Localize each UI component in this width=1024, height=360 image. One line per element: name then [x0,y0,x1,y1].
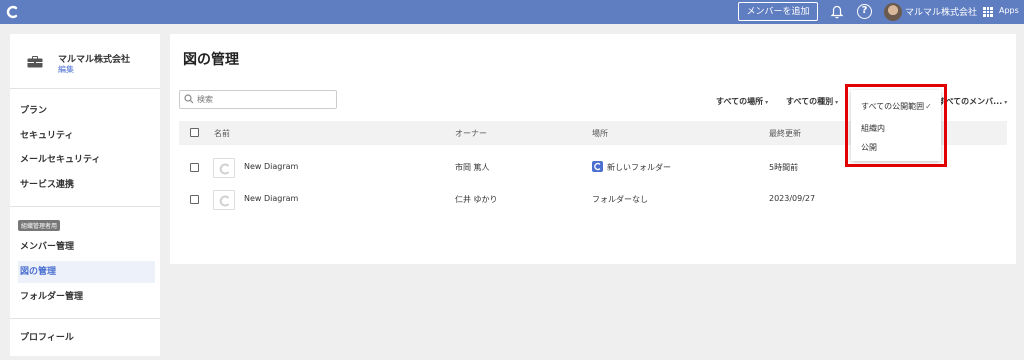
bell-icon[interactable] [830,5,844,19]
briefcase-icon [27,56,43,68]
apps-label[interactable]: Apps [999,6,1019,15]
diagram-name[interactable]: New Diagram [244,194,298,203]
app-logo-icon[interactable] [6,5,18,19]
sidebar-divider [10,318,160,319]
sidebar-divider [10,206,160,207]
filter-location-label: すべての場所 [716,97,764,106]
column-header-name[interactable]: 名前 [214,128,230,139]
diagram-thumbnail[interactable] [213,158,235,178]
account-company-name[interactable]: マルマル株式会社 [905,5,977,18]
location-name[interactable]: 新しいフォルダー [607,162,671,173]
table-row[interactable]: New Diagram 仁井 ゆかり フォルダーなし 2023/09/27 [179,187,1007,213]
sidebar-item-folder-management[interactable]: フォルダー管理 [18,286,155,308]
sidebar-item-mail-security[interactable]: メールセキュリティ [18,149,155,171]
search-icon [184,94,194,104]
sidebar-item-security[interactable]: セキュリティ [18,125,155,147]
filter-type[interactable]: すべての種別 ▾ [786,96,838,107]
row-checkbox[interactable] [190,195,199,204]
add-member-button[interactable]: メンバーを追加 [738,2,818,21]
avatar[interactable] [884,3,902,21]
folder-icon [592,161,603,172]
sidebar-item-profile[interactable]: プロフィール [18,327,155,349]
annotation-highlight-box [845,84,947,167]
diagram-logo-icon [219,195,229,207]
diagram-name[interactable]: New Diagram [244,162,298,171]
sidebar-item-plan[interactable]: プラン [18,100,155,122]
sidebar-item-member-management[interactable]: メンバー管理 [18,236,155,258]
column-header-updated[interactable]: 最終更新 [769,128,801,139]
select-all-checkbox[interactable] [190,128,199,137]
column-header-owner[interactable]: オーナー [455,128,487,139]
updated-time: 2023/09/27 [769,194,816,203]
filter-type-label: すべての種別 [786,97,834,106]
diagram-thumbnail[interactable] [213,190,235,210]
sidebar-item-integrations[interactable]: サービス連携 [18,174,155,196]
apps-grid-icon[interactable] [983,7,993,17]
owner-name: 仁井 ゆかり [455,195,498,204]
filter-member-label: すべてのメンバ... [938,97,1003,106]
location-name: フォルダーなし [592,195,648,204]
admin-badge: 組織管理者用 [18,220,61,231]
page-title: 図の管理 [183,52,239,68]
help-icon[interactable]: ? [857,4,872,19]
chevron-down-icon: ▾ [835,99,839,106]
filter-location[interactable]: すべての場所 ▾ [716,96,768,107]
sidebar-divider [10,88,160,89]
owner-name: 市岡 篤人 [455,163,490,172]
search-input[interactable] [197,93,332,106]
column-header-location[interactable]: 場所 [592,128,608,139]
filter-member[interactable]: すべてのメンバ... ▾ [938,96,1007,107]
row-checkbox[interactable] [190,163,199,172]
diagram-logo-icon [219,163,229,175]
search-box[interactable] [179,90,337,109]
org-edit-link[interactable]: 編集 [58,64,74,75]
updated-time: 5時間前 [769,163,799,172]
chevron-down-icon: ▾ [1004,99,1008,106]
top-bar: メンバーを追加 ? マルマル株式会社 Apps [0,0,1024,24]
chevron-down-icon: ▾ [765,99,769,106]
sidebar: マルマル株式会社 編集 プラン セキュリティ メールセキュリティ サービス連携 … [10,34,160,356]
sidebar-item-diagram-management[interactable]: 図の管理 [18,261,155,283]
